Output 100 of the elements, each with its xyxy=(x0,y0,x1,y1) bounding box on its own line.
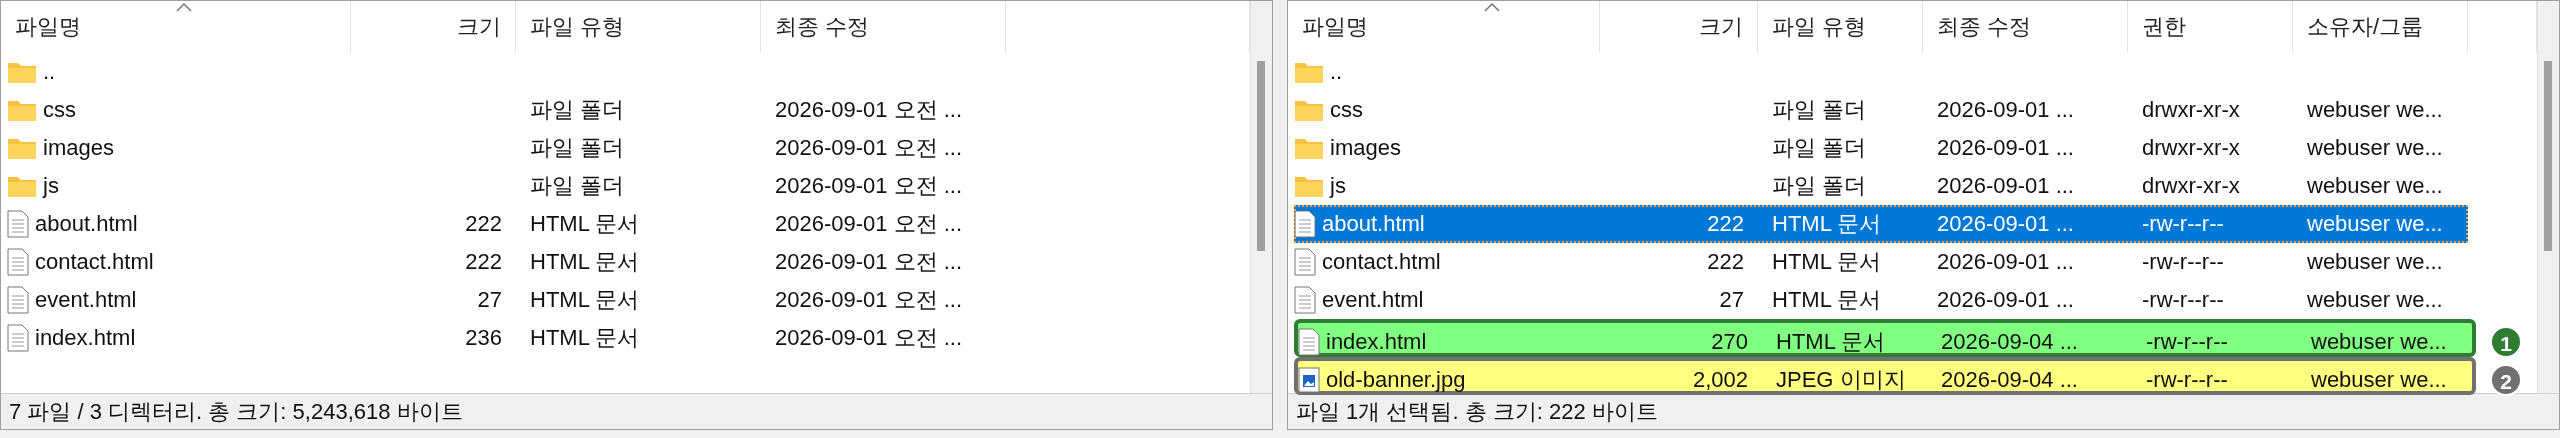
column-header[interactable]: 크기 xyxy=(351,1,516,53)
table-cell-text: 2026-09-01 오전 ... xyxy=(774,210,964,238)
document-icon xyxy=(7,324,29,352)
table-cell-text: 2026-09-01 ... xyxy=(1936,172,2075,200)
document-icon xyxy=(7,248,29,276)
table-cell-text: 2026-09-01 ... xyxy=(1936,248,2075,276)
number-badge: 1 xyxy=(2490,326,2522,358)
table-cell-text: 2026-09-01 오전 ... xyxy=(774,248,964,276)
folder-icon xyxy=(1294,98,1324,122)
column-header[interactable]: 파일명 xyxy=(1,1,351,53)
sort-caret-icon xyxy=(1484,3,1500,12)
table-cell-text: 파일 폴더 xyxy=(529,96,626,124)
file-row[interactable]: images 파일 폴더 2026-09-01 ... drwxr-xr-x webuser we... xyxy=(1294,129,2468,167)
file-row[interactable]: about.html 222 HTML 문서 2026-09-01 오전 ... xyxy=(7,205,1006,243)
file-name: event.html xyxy=(35,286,137,314)
table-cell-text: drwxr-xr-x xyxy=(2141,134,2241,162)
file-name: images xyxy=(43,134,114,162)
table-cell-text: 파일 폴더 xyxy=(1771,134,1868,162)
table-cell-text: 222 xyxy=(464,248,503,276)
file-name: contact.html xyxy=(35,248,154,276)
table-cell-text: 270 xyxy=(1710,328,1749,356)
file-name: images xyxy=(1330,134,1401,162)
document-icon xyxy=(7,286,29,314)
file-row[interactable]: css 파일 폴더 2026-09-01 오전 ... xyxy=(7,91,1006,129)
file-row[interactable]: contact.html 222 HTML 문서 2026-09-01 오전 ... xyxy=(7,243,1006,281)
status-bar: 파일 1개 선택됨. 총 크기: 222 바이트 xyxy=(1288,393,2559,429)
table-cell-text: 236 xyxy=(464,324,503,352)
file-row[interactable]: event.html 27 HTML 문서 2026-09-01 오전 ... xyxy=(7,281,1006,319)
table-cell-text: drwxr-xr-x xyxy=(2141,172,2241,200)
table-cell-text: -rw-r--r-- xyxy=(2141,286,2225,314)
table-cell-text: webuser we... xyxy=(2310,328,2448,356)
file-row[interactable]: .. xyxy=(7,53,1006,91)
table-cell-text: webuser we... xyxy=(2306,172,2444,200)
table-cell-text: HTML 문서 xyxy=(1771,248,1883,276)
table-cell-text: 2026-09-01 오전 ... xyxy=(774,134,964,162)
file-name: index.html xyxy=(35,324,136,352)
table-cell-text: 222 xyxy=(1706,210,1745,238)
file-row[interactable]: event.html 27 HTML 문서 2026-09-01 ... -rw-r--r-- webuser we... xyxy=(1294,281,2468,319)
scrollbar-thumb[interactable] xyxy=(2544,61,2552,251)
scrollbar[interactable] xyxy=(2537,1,2559,393)
table-cell-text: 2026-09-01 오전 ... xyxy=(774,96,964,124)
folder-icon xyxy=(7,136,37,160)
file-name: .. xyxy=(43,58,56,86)
file-row[interactable]: about.html 222 HTML 문서 2026-09-01 ... -rw-r--r-- webuser we... xyxy=(1294,205,2468,243)
table-cell-text: 2026-09-01 ... xyxy=(1936,134,2075,162)
status-bar: 7 파일 / 3 디렉터리. 총 크기: 5,243,618 바이트 xyxy=(1,393,1272,429)
table-cell-text: HTML 문서 xyxy=(529,210,641,238)
column-header[interactable]: 권한 xyxy=(2128,1,2293,53)
file-name: old-banner.jpg xyxy=(1326,366,1466,394)
table-cell-text: -rw-r--r-- xyxy=(2145,366,2229,394)
file-row[interactable]: images 파일 폴더 2026-09-01 오전 ... xyxy=(7,129,1006,167)
table-cell-text: -rw-r--r-- xyxy=(2141,248,2225,276)
table-cell-text: 2026-09-04 ... xyxy=(1940,328,2079,356)
file-name: js xyxy=(1330,172,1346,200)
file-name: about.html xyxy=(35,210,138,238)
folder-icon xyxy=(1294,60,1324,84)
table-cell-text: HTML 문서 xyxy=(1771,210,1883,238)
file-name: event.html xyxy=(1322,286,1424,314)
table-cell-text: 2026-09-01 ... xyxy=(1936,286,2075,314)
file-name: css xyxy=(43,96,76,124)
scrollbar-thumb[interactable] xyxy=(1257,61,1265,251)
file-name: css xyxy=(1330,96,1363,124)
table-cell-text: HTML 문서 xyxy=(1775,328,1887,356)
table-cell-text: -rw-r--r-- xyxy=(2141,210,2225,238)
file-row[interactable]: .. xyxy=(1294,53,2468,91)
file-row[interactable]: js 파일 폴더 2026-09-01 ... drwxr-xr-x webuser we... xyxy=(1294,167,2468,205)
file-name: js xyxy=(43,172,59,200)
file-name: .. xyxy=(1330,58,1343,86)
document-icon xyxy=(1294,286,1316,314)
table-cell-text: drwxr-xr-x xyxy=(2141,96,2241,124)
table-cell-text: webuser we... xyxy=(2306,248,2444,276)
table-cell-text: HTML 문서 xyxy=(529,324,641,352)
scrollbar[interactable] xyxy=(1250,1,1272,393)
table-cell-text: 222 xyxy=(1706,248,1745,276)
folder-icon xyxy=(1294,174,1324,198)
table-cell-text: webuser we... xyxy=(2306,286,2444,314)
table-cell-text: webuser we... xyxy=(2306,96,2444,124)
table-cell-text: 27 xyxy=(1718,286,1745,314)
column-header[interactable]: 파일 유형 xyxy=(516,1,761,53)
file-row[interactable]: js 파일 폴더 2026-09-01 오전 ... xyxy=(7,167,1006,205)
column-header[interactable]: 최종 수정 xyxy=(761,1,1006,53)
table-cell-text: 파일 폴더 xyxy=(529,134,626,162)
table-cell-text: -rw-r--r-- xyxy=(2145,328,2229,356)
file-row[interactable]: contact.html 222 HTML 문서 2026-09-01 ... -rw-r--r-- webuser we... xyxy=(1294,243,2468,281)
file-name: contact.html xyxy=(1322,248,1441,276)
column-header[interactable]: 파일명 xyxy=(1288,1,1600,53)
file-row[interactable]: index.html 236 HTML 문서 2026-09-01 오전 ... xyxy=(7,319,1006,357)
number-badge: 2 xyxy=(2490,364,2522,396)
document-icon xyxy=(1294,210,1316,238)
document-icon xyxy=(1294,248,1316,276)
column-header[interactable]: 크기 xyxy=(1600,1,1758,53)
column-header[interactable]: 파일 유형 xyxy=(1758,1,1923,53)
column-header[interactable]: 소유자/그룹 xyxy=(2293,1,2468,53)
table-cell-text: 27 xyxy=(476,286,503,314)
file-row[interactable]: css 파일 폴더 2026-09-01 ... drwxr-xr-x webuser we... xyxy=(1294,91,2468,129)
column-header[interactable]: 최종 수정 xyxy=(1923,1,2128,53)
table-cell-text: webuser we... xyxy=(2306,134,2444,162)
table-cell-text: webuser we... xyxy=(2306,210,2444,238)
folder-icon xyxy=(7,98,37,122)
file-name: about.html xyxy=(1322,210,1425,238)
